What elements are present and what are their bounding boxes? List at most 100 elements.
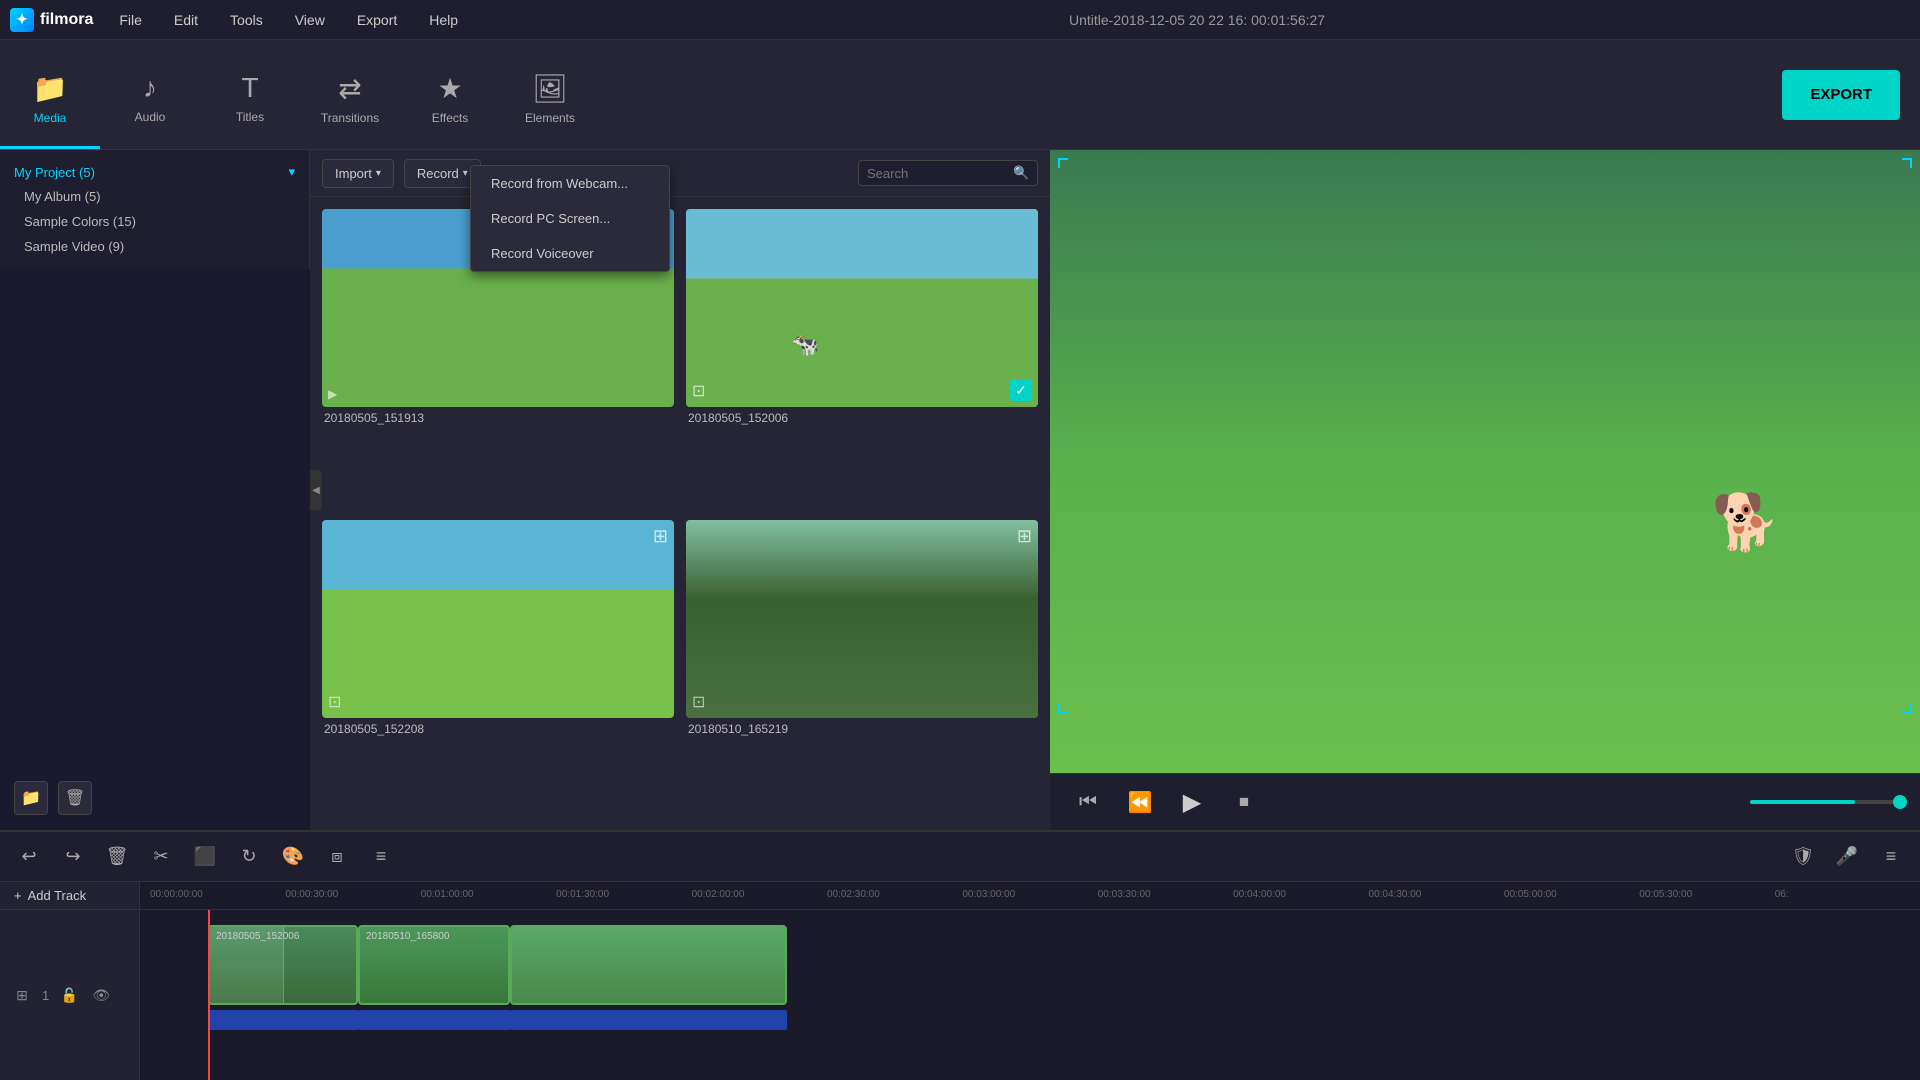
media-icon: 📁: [33, 72, 68, 105]
split-button[interactable]: ⧈: [322, 842, 352, 872]
menu-bar: ✦ filmora File Edit Tools View Export He…: [0, 0, 1920, 40]
redo-button[interactable]: ↪: [58, 842, 88, 872]
preview-video: 🐕: [1050, 150, 1920, 773]
playhead[interactable]: [208, 910, 210, 1080]
sidebar-project-header[interactable]: My Project (5) ▾: [0, 160, 309, 184]
import-button[interactable]: Import ▾: [322, 159, 394, 188]
media-toolbar: Import ▾ Record ▾ ⊟ ⊞ 🔍: [310, 150, 1050, 197]
media-name-0: 20180505_151913: [322, 411, 674, 425]
tl-right-actions: 🛡 🎤 ≡: [1788, 842, 1906, 872]
titles-icon: T: [241, 72, 258, 104]
media-item-3[interactable]: ⊞ ⊡ 20180510_165219: [686, 520, 1038, 819]
record-webcam-item[interactable]: Record from Webcam...: [471, 166, 669, 201]
track-eye-icon[interactable]: 👁: [89, 983, 113, 1007]
preview-dog-icon: 🐕: [1712, 490, 1780, 555]
media-item-1[interactable]: 🐄 ⊡ ✓ 20180505_152006: [686, 209, 1038, 508]
sidebar-item-album[interactable]: My Album (5): [0, 184, 309, 209]
timeline-tracks: ⊞ 1 🔓 👁 20180505_152006 20180510_165800: [0, 910, 1920, 1080]
audio-track-0: [208, 1010, 358, 1030]
transitions-icon: ⇄: [338, 72, 361, 105]
menu-file[interactable]: File: [113, 8, 148, 32]
search-icon: 🔍: [1013, 165, 1029, 181]
toolbar-titles-label: Titles: [236, 110, 264, 124]
volume-slider[interactable]: [1750, 800, 1900, 804]
record-screen-item[interactable]: Record PC Screen...: [471, 201, 669, 236]
ruler-mark-4: 00:02:00:00: [692, 889, 827, 903]
media-grid: ⊞ ▶ 20180505_151913 🐄 ⊡ ✓ 20180505_15200…: [310, 197, 1050, 830]
timeline-toolbar: ↩ ↪ 🗑 ✂ ⬛ ↻ 🎨 ⧈ ≡ 🛡 🎤 ≡: [0, 832, 1920, 882]
ruler-mark-0: 00:00:00:00: [150, 889, 285, 903]
timeline-clip-1[interactable]: 20180510_165800: [358, 925, 510, 1005]
ruler-mark-9: 00:04:30:00: [1369, 889, 1504, 903]
toolbar-titles[interactable]: T Titles: [200, 40, 300, 149]
settings-icon[interactable]: ≡: [1876, 842, 1906, 872]
stop-button[interactable]: ⏹: [1226, 784, 1262, 820]
thumb-bg-1: [686, 209, 1038, 407]
corner-tl: [1058, 158, 1068, 168]
ruler-mark-10: 00:05:00:00: [1504, 889, 1639, 903]
play-button[interactable]: ▶: [1174, 784, 1210, 820]
toolbar-transitions[interactable]: ⇄ Transitions: [300, 40, 400, 149]
volume-track: [1750, 800, 1900, 804]
path-bg: [686, 520, 1038, 718]
timeline-area: ↩ ↪ 🗑 ✂ ⬛ ↻ 🎨 ⧈ ≡ 🛡 🎤 ≡ + Add Track 00:0…: [0, 830, 1920, 1080]
app-logo: ✦ filmora: [10, 8, 93, 32]
undo-button[interactable]: ↩: [14, 842, 44, 872]
ruler-mark-1: 00:00:30:00: [285, 889, 420, 903]
clip-label-0: 20180505_152006: [212, 929, 303, 944]
corner-tr: [1902, 158, 1912, 168]
clip-label-1: 20180510_165800: [362, 929, 453, 944]
toolbar-elements[interactable]: 🖼 Elements: [500, 40, 600, 149]
toolbar-effects-label: Effects: [432, 111, 468, 125]
sidebar-project-label: My Project (5): [14, 165, 95, 180]
timeline-clip-2[interactable]: [510, 925, 787, 1005]
speed-button[interactable]: ↻: [234, 842, 264, 872]
mic-icon[interactable]: 🎤: [1832, 842, 1862, 872]
add-track-button[interactable]: + Add Track: [0, 882, 140, 909]
track-lock-icon[interactable]: 🔓: [57, 983, 81, 1007]
menu-export[interactable]: Export: [351, 8, 403, 32]
delete-button[interactable]: 🗑: [102, 842, 132, 872]
volume-thumb[interactable]: [1893, 795, 1907, 809]
toolbar-effects[interactable]: ★ Effects: [400, 40, 500, 149]
menu-help[interactable]: Help: [423, 8, 464, 32]
menu-tools[interactable]: Tools: [224, 8, 269, 32]
menu-view[interactable]: View: [289, 8, 331, 32]
crop-button[interactable]: ⬛: [190, 842, 220, 872]
preview-panel: 🐕 ⏮ ⏪ ▶ ⏹: [1050, 150, 1920, 830]
track-grid-icon: ⊞: [10, 983, 34, 1007]
record-voiceover-item[interactable]: Record Voiceover: [471, 236, 669, 271]
logo-icon: ✦: [10, 8, 34, 32]
sidebar-collapse-handle[interactable]: ◀: [310, 470, 322, 510]
sidebar-item-colors[interactable]: Sample Colors (15): [0, 209, 309, 234]
cut-button[interactable]: ✂: [146, 842, 176, 872]
media-thumbnail-1: 🐄 ⊡ ✓: [686, 209, 1038, 407]
export-button[interactable]: EXPORT: [1782, 70, 1900, 120]
audio-icon: ♪: [143, 72, 157, 104]
audio-track-2: [510, 1010, 787, 1030]
volume-fill: [1750, 800, 1855, 804]
toolbar-media[interactable]: 📁 Media: [0, 40, 100, 149]
toolbar-audio[interactable]: ♪ Audio: [100, 40, 200, 149]
timeline-ruler: + Add Track 00:00:00:00 00:00:30:00 00:0…: [0, 882, 1920, 910]
menu-edit[interactable]: Edit: [168, 8, 204, 32]
timeline-clip-0[interactable]: 20180505_152006: [208, 925, 358, 1005]
import-label: Import: [335, 166, 372, 181]
step-back-button[interactable]: ⏪: [1122, 784, 1158, 820]
media-item-2[interactable]: ⊞ ⊡ 20180505_152208: [322, 520, 674, 819]
track-content: 20180505_152006 20180510_165800: [140, 910, 1920, 1080]
effects-icon: ★: [437, 72, 462, 105]
sidebar-container: My Project (5) ▾ My Album (5) Sample Col…: [0, 150, 310, 830]
window-title: Untitle-2018-12-05 20 22 16: 00:01:56:27: [484, 12, 1910, 28]
shield-icon[interactable]: 🛡: [1788, 842, 1818, 872]
search-input[interactable]: [867, 166, 1007, 181]
color-button[interactable]: 🎨: [278, 842, 308, 872]
audio-adjust-button[interactable]: ≡: [366, 842, 396, 872]
main-toolbar: 📁 Media ♪ Audio T Titles ⇄ Transitions ★…: [0, 40, 1920, 150]
sidebar-item-video[interactable]: Sample Video (9): [0, 234, 309, 259]
corner-bl: [1058, 703, 1068, 713]
video-icon-3: ⊡: [692, 692, 705, 712]
add-icon: +: [14, 888, 22, 903]
skip-back-button[interactable]: ⏮: [1070, 784, 1106, 820]
media-name-1: 20180505_152006: [686, 411, 1038, 425]
